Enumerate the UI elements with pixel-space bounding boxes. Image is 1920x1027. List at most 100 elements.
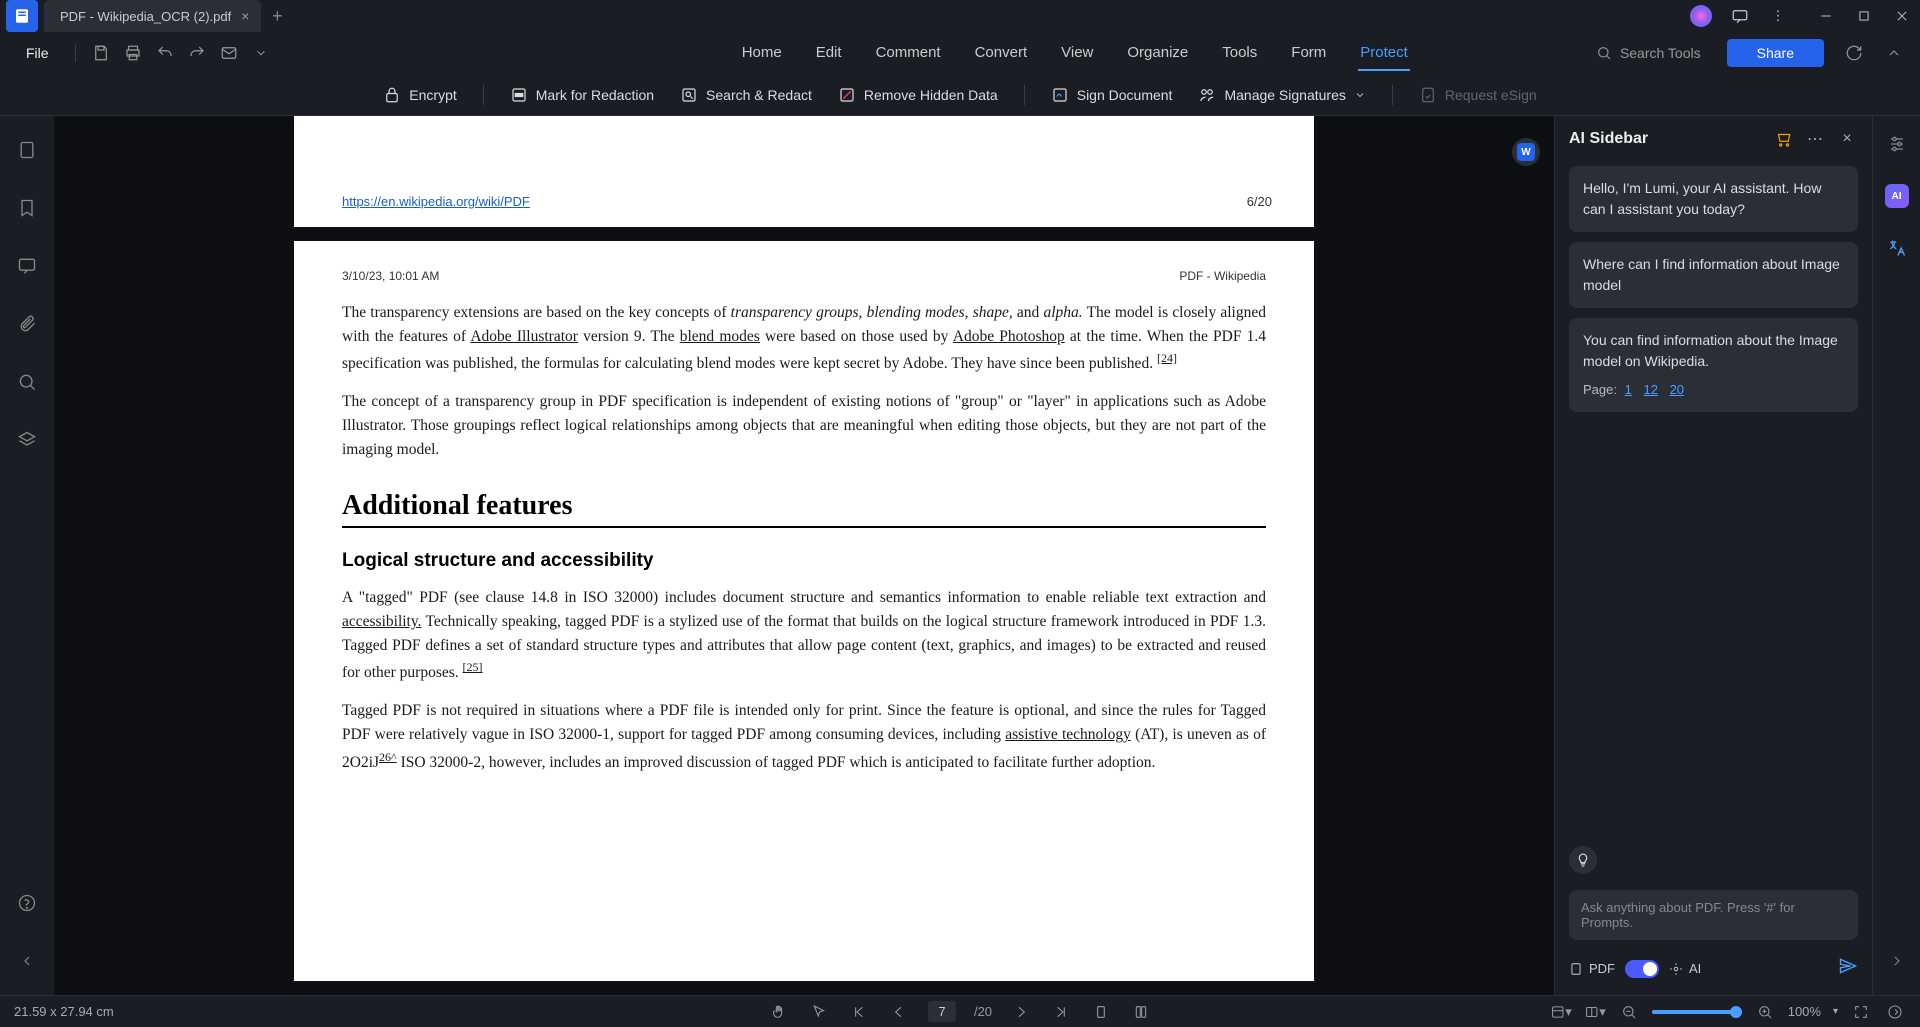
sign-document-button[interactable]: Sign Document (1051, 86, 1173, 104)
search-placeholder: Search Tools (1620, 45, 1701, 61)
close-ai-icon[interactable]: × (1836, 128, 1858, 150)
pdf-page-6: https://en.wikipedia.org/wiki/PDF 6/20 (294, 116, 1314, 227)
collapse-ribbon-icon[interactable] (1880, 39, 1908, 67)
statusbar: 21.59 x 27.94 cm /20 ▾ ▾ 100% ▾ (0, 995, 1920, 1027)
tab-tools[interactable]: Tools (1220, 36, 1259, 71)
redo-icon[interactable] (184, 40, 210, 66)
manage-signatures-button[interactable]: Manage Signatures (1198, 86, 1365, 104)
tab-edit[interactable]: Edit (814, 36, 844, 71)
page-dimensions: 21.59 x 27.94 cm (14, 1004, 114, 1019)
ai-sidebar-title: AI Sidebar (1569, 130, 1762, 148)
hand-tool-icon[interactable] (768, 1001, 790, 1023)
ai-message-greeting: Hello, I'm Lumi, your AI assistant. How … (1569, 166, 1858, 232)
fullscreen-icon[interactable] (1850, 1001, 1872, 1023)
ai-mode-label: AI (1669, 961, 1701, 976)
tab-protect[interactable]: Protect (1358, 36, 1410, 71)
encrypt-button[interactable]: Encrypt (383, 86, 456, 104)
fit-width-icon[interactable] (1130, 1001, 1152, 1023)
mode-toggle[interactable] (1625, 960, 1659, 978)
zoom-out-icon[interactable] (1618, 1001, 1640, 1023)
page-doc-title: PDF - Wikipedia (1179, 269, 1266, 283)
search-redact-button[interactable]: Search & Redact (680, 86, 812, 104)
titlebar: PDF - Wikipedia_OCR (2).pdf × + ⋮ (0, 0, 1920, 32)
tab-home[interactable]: Home (740, 36, 784, 71)
ai-sidebar: AI Sidebar ⋯ × Hello, I'm Lumi, your AI … (1554, 116, 1872, 995)
paragraph-1: The transparency extensions are based on… (342, 301, 1266, 376)
page-ref-link[interactable]: 1 (1625, 382, 1632, 397)
menubar: File Home Edit Comment Convert View Orga… (0, 32, 1920, 74)
paragraph-4: Tagged PDF is not required in situations… (342, 699, 1266, 774)
bookmarks-icon[interactable] (13, 194, 41, 222)
comments-icon[interactable] (13, 252, 41, 280)
dropdown-icon[interactable] (248, 40, 274, 66)
next-page-icon[interactable] (1010, 1001, 1032, 1023)
share-button[interactable]: Share (1727, 39, 1824, 67)
undo-icon[interactable] (152, 40, 178, 66)
fit-page-icon[interactable] (1090, 1001, 1112, 1023)
view-mode-icon[interactable]: ▾ (1550, 1001, 1572, 1023)
collapse-left-icon[interactable] (13, 947, 41, 975)
zoom-in-icon[interactable] (1754, 1001, 1776, 1023)
search-icon[interactable] (13, 368, 41, 396)
layers-icon[interactable] (13, 426, 41, 454)
send-icon[interactable] (1838, 956, 1858, 981)
save-icon[interactable] (88, 40, 114, 66)
ai-input[interactable]: Ask anything about PDF. Press '#' for Pr… (1569, 890, 1858, 940)
heading-logical-structure: Logical structure and accessibility (342, 550, 1266, 572)
file-menu[interactable]: File (12, 41, 63, 65)
first-page-icon[interactable] (848, 1001, 870, 1023)
zoom-slider[interactable] (1652, 1010, 1742, 1014)
tab-view[interactable]: View (1059, 36, 1095, 71)
new-tab-button[interactable]: + (261, 0, 293, 32)
mail-icon[interactable] (216, 40, 242, 66)
more-status-icon[interactable] (1884, 1001, 1906, 1023)
more-icon[interactable]: ⋯ (1804, 128, 1826, 150)
tab-form[interactable]: Form (1289, 36, 1328, 71)
chat-icon[interactable] (1730, 6, 1750, 26)
user-avatar[interactable] (1690, 5, 1712, 27)
print-icon[interactable] (120, 40, 146, 66)
left-sidebar (0, 116, 54, 995)
tab-label: PDF - Wikipedia_OCR (2).pdf (60, 9, 231, 24)
close-tab-icon[interactable]: × (241, 8, 249, 24)
sync-icon[interactable] (1840, 39, 1868, 67)
last-page-icon[interactable] (1050, 1001, 1072, 1023)
mark-redaction-button[interactable]: Mark for Redaction (510, 86, 654, 104)
attachments-icon[interactable] (13, 310, 41, 338)
read-mode-icon[interactable]: ▾ (1584, 1001, 1606, 1023)
page-ref-link[interactable]: 12 (1643, 382, 1657, 397)
translate-icon[interactable] (1883, 234, 1911, 262)
help-icon[interactable] (13, 889, 41, 917)
search-tools[interactable]: Search Tools (1596, 45, 1701, 61)
zoom-level[interactable]: 100% (1788, 1004, 1821, 1019)
page-ref-link[interactable]: 20 (1670, 382, 1684, 397)
menu-icon[interactable]: ⋮ (1768, 6, 1788, 26)
document-viewer[interactable]: W https://en.wikipedia.org/wiki/PDF 6/20… (54, 116, 1554, 995)
lightbulb-icon[interactable] (1569, 846, 1597, 874)
w-badge[interactable]: W (1512, 138, 1540, 166)
tab-convert[interactable]: Convert (973, 36, 1030, 71)
ai-badge-icon[interactable]: AI (1885, 184, 1909, 208)
maximize-button[interactable] (1854, 6, 1874, 26)
protect-toolbar: Encrypt Mark for Redaction Search & Reda… (0, 74, 1920, 116)
request-esign-button[interactable]: Request eSign (1419, 86, 1537, 104)
remove-hidden-data-button[interactable]: Remove Hidden Data (838, 86, 998, 104)
cart-icon[interactable] (1772, 128, 1794, 150)
right-rail: AI (1872, 116, 1920, 995)
settings-icon[interactable] (1883, 130, 1911, 158)
minimize-button[interactable] (1816, 6, 1836, 26)
select-tool-icon[interactable] (808, 1001, 830, 1023)
tab-comment[interactable]: Comment (874, 36, 943, 71)
pdf-page-7: 3/10/23, 10:01 AM PDF - Wikipedia The tr… (294, 241, 1314, 981)
expand-right-icon[interactable] (1883, 947, 1911, 975)
page-number-input[interactable] (928, 1001, 956, 1022)
close-window-button[interactable] (1892, 6, 1912, 26)
source-url-link[interactable]: https://en.wikipedia.org/wiki/PDF (342, 194, 530, 209)
page-date: 3/10/23, 10:01 AM (342, 269, 439, 283)
prev-page-icon[interactable] (888, 1001, 910, 1023)
thumbnails-icon[interactable] (13, 136, 41, 164)
document-tab[interactable]: PDF - Wikipedia_OCR (2).pdf × (44, 0, 261, 32)
heading-additional-features: Additional features (342, 490, 1266, 528)
tab-organize[interactable]: Organize (1125, 36, 1190, 71)
paragraph-2: The concept of a transparency group in P… (342, 390, 1266, 462)
